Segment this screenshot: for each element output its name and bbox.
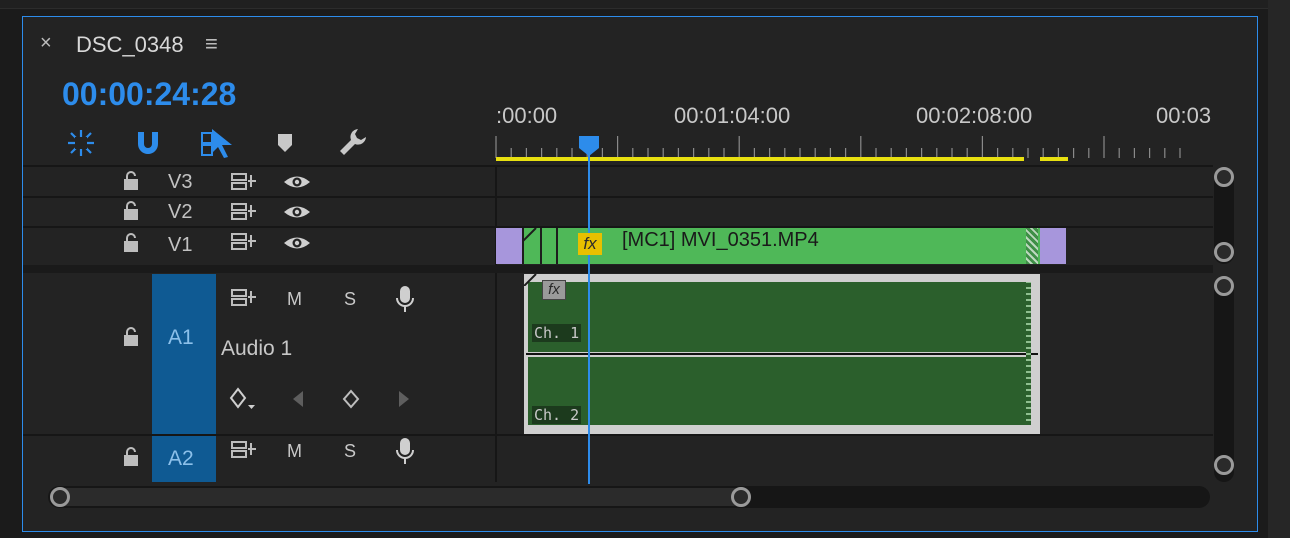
track-name-a1[interactable]: A1 [168, 326, 194, 350]
source-patch-a1[interactable] [152, 274, 216, 434]
row-separator [23, 165, 1213, 167]
clip-corner-marker [522, 228, 537, 242]
playhead-line[interactable] [588, 150, 590, 484]
work-area-bar[interactable] [496, 157, 1024, 161]
scroll-knob[interactable] [50, 487, 70, 507]
solo-button-a2[interactable]: S [344, 441, 356, 462]
ruler-label-3: 00:03 [1156, 103, 1212, 128]
wrench-icon[interactable] [338, 127, 368, 157]
sync-lock-icon[interactable] [230, 201, 258, 223]
channel-label-2: Ch. 2 [532, 406, 582, 424]
sync-lock-icon[interactable] [230, 287, 258, 309]
video-clip-title[interactable]: [MC1] MVI_0351.MP4 [622, 229, 819, 252]
eye-icon[interactable] [282, 234, 312, 252]
magnet-icon[interactable] [134, 128, 162, 158]
audio-vertical-scrollbar[interactable] [1214, 276, 1234, 482]
track-label-audio-1[interactable]: Audio 1 [221, 337, 292, 361]
scroll-knob[interactable] [1214, 455, 1234, 475]
eye-icon[interactable] [282, 173, 312, 191]
time-ruler[interactable] [494, 130, 1214, 166]
horizontal-scroll-thumb[interactable] [52, 488, 742, 506]
av-divider[interactable] [23, 265, 1213, 273]
eye-icon[interactable] [282, 203, 312, 221]
ruler-label-0: :00:00 [496, 103, 558, 128]
lock-icon[interactable] [122, 170, 140, 197]
microphone-icon[interactable] [394, 284, 416, 314]
fx-badge-video[interactable]: fx [578, 233, 602, 255]
track-name-a2[interactable]: A2 [168, 447, 194, 471]
audio-channel-2 [528, 357, 1028, 425]
next-keyframe-icon[interactable] [396, 389, 412, 409]
audio-clip[interactable] [524, 274, 1040, 434]
keyframe-options-icon[interactable] [228, 386, 258, 414]
audio-channel-1 [528, 282, 1028, 352]
mute-button-a1[interactable]: M [287, 289, 302, 310]
lock-icon[interactable] [122, 326, 140, 353]
sync-lock-icon[interactable] [230, 171, 258, 193]
track-name-v3[interactable]: V3 [168, 171, 192, 194]
clip-corner-marker [524, 274, 537, 286]
channel-divider [526, 353, 1038, 355]
audio-clip-end-stripes [1026, 282, 1031, 425]
scroll-knob[interactable] [1214, 276, 1234, 296]
solo-button-a1[interactable]: S [344, 289, 356, 310]
transition-left[interactable] [496, 228, 522, 264]
row-separator [23, 196, 1213, 198]
sync-lock-icon[interactable] [230, 231, 258, 253]
microphone-icon[interactable] [394, 436, 416, 466]
lock-icon[interactable] [122, 232, 140, 259]
marker-icon[interactable] [276, 132, 294, 154]
previous-keyframe-icon[interactable] [290, 389, 306, 409]
ruler-label-2: 00:02:08:00 [916, 103, 1033, 128]
scroll-knob[interactable] [731, 487, 751, 507]
top-strip [0, 0, 1290, 9]
scroll-knob[interactable] [1214, 242, 1234, 262]
add-keyframe-icon[interactable] [340, 388, 362, 410]
work-area-bar-end[interactable] [1040, 157, 1068, 161]
sequence-tab-title[interactable]: DSC_0348 [76, 32, 184, 58]
playhead-timecode[interactable]: 00:00:24:28 [62, 76, 236, 113]
transition-right[interactable] [1040, 228, 1066, 264]
ruler-label-1: 00:01:04:00 [674, 103, 791, 128]
mute-button-a2[interactable]: M [287, 441, 302, 462]
right-strip [1268, 0, 1290, 538]
close-tab-icon[interactable]: × [40, 32, 52, 55]
linked-selection-icon[interactable] [200, 127, 234, 159]
scroll-knob[interactable] [1214, 167, 1234, 187]
channel-label-1: Ch. 1 [532, 324, 582, 342]
panel-menu-icon[interactable]: ≡ [205, 31, 218, 57]
track-name-v1[interactable]: V1 [168, 234, 192, 257]
lock-icon[interactable] [122, 200, 140, 227]
sync-lock-icon[interactable] [230, 439, 258, 461]
fx-badge-audio[interactable]: fx [542, 280, 566, 300]
lock-icon[interactable] [122, 446, 140, 473]
snap-nest-icon[interactable] [66, 128, 96, 158]
track-name-v2[interactable]: V2 [168, 201, 192, 224]
video-clip-end-stripes [1026, 228, 1038, 264]
